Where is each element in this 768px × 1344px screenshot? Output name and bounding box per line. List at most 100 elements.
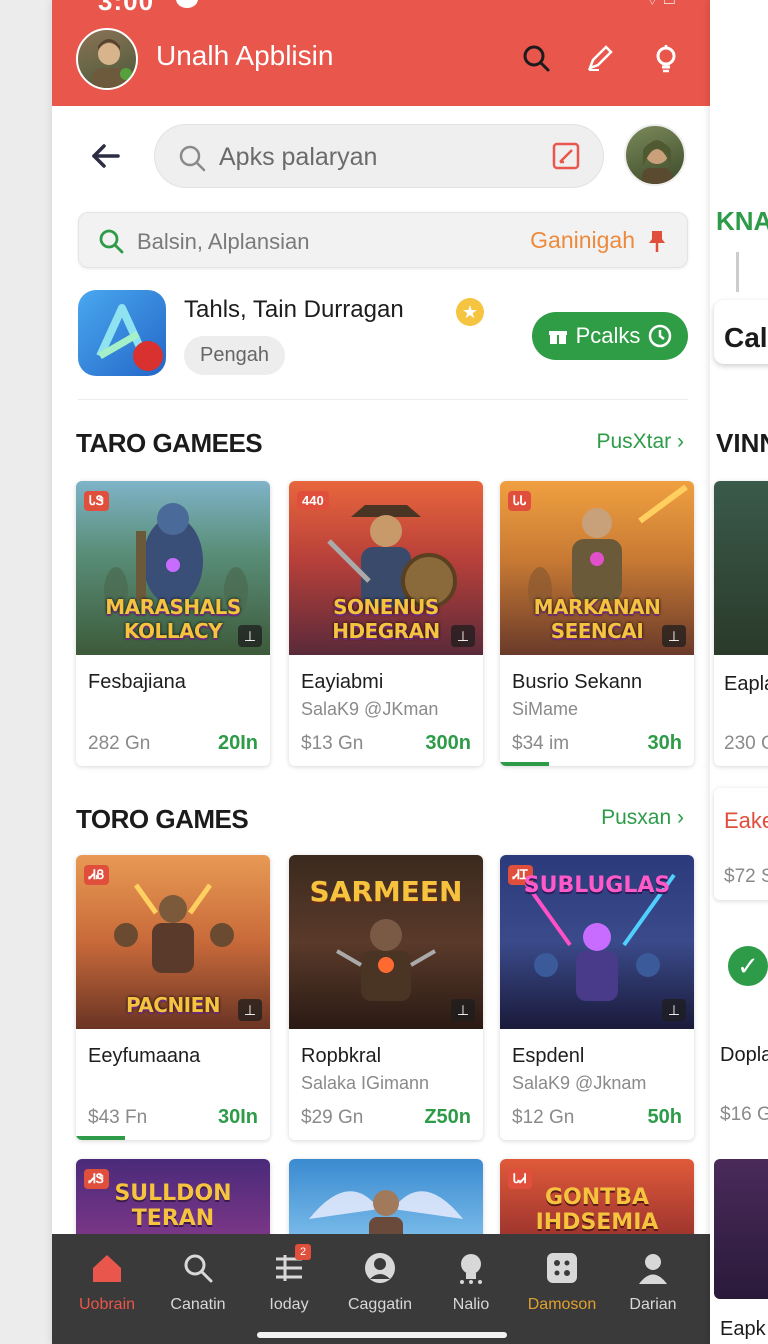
nav-label: Nalio: [452, 1296, 490, 1313]
peek-chip[interactable]: Cal: [714, 300, 768, 364]
peek-label: KNA: [716, 206, 768, 236]
download-icon[interactable]: ⊥: [451, 625, 475, 647]
game-time: 300n: [425, 732, 471, 754]
peek-card-name: Dopla: [720, 1044, 768, 1066]
game-developer: SiMame: [512, 699, 579, 719]
game-controller-icon: [542, 1248, 582, 1288]
lightbulb-icon: [451, 1248, 491, 1288]
featured-app-icon[interactable]: [78, 290, 166, 376]
profile-avatar[interactable]: [76, 28, 138, 90]
nav-item-home[interactable]: Uobrain: [60, 1248, 154, 1328]
nav-item-search[interactable]: Canatin: [151, 1248, 245, 1328]
download-icon[interactable]: ⊥: [451, 999, 475, 1021]
art-title: SULLDON TERAN: [114, 1181, 232, 1231]
filter-hint[interactable]: Ganinigah: [530, 227, 635, 254]
nav-item-games[interactable]: Damoson: [515, 1248, 609, 1328]
peek-card-name: Eapk: [720, 1318, 766, 1340]
search-icon: [179, 145, 206, 172]
peek-card[interactable]: Eake $72 S: [714, 788, 768, 900]
rating-badge: 440: [297, 491, 329, 510]
nav-label: Caggatin: [347, 1296, 413, 1313]
game-time: 30h: [647, 732, 682, 754]
game-name: Fesbajiana: [88, 671, 186, 693]
nav-label: Ioday: [269, 1296, 309, 1313]
game-price: 282 Gn: [88, 733, 151, 754]
game-art: ᏓᏓ MARKANAN SEENCAI ⊥: [500, 481, 694, 655]
peek-card-name: Eapla: [724, 673, 768, 695]
nav-item-profile[interactable]: Caggatin: [333, 1248, 427, 1328]
game-time: 50h: [647, 1106, 682, 1128]
install-progress: [500, 762, 549, 766]
bottom-navigation: Uobrain Canatin 2 Ioday Caggatin Nalio D…: [52, 1234, 714, 1344]
peek-card[interactable]: Eapla 230 G: [714, 481, 768, 766]
next-screen-peek: KNA Cal VINN Eapla 230 G Eake $72 S ✓ Do…: [710, 0, 768, 1344]
download-icon[interactable]: ⊥: [662, 625, 686, 647]
nav-item-account[interactable]: Darian: [606, 1248, 700, 1328]
status-icons: ⌔ ▭: [645, 0, 676, 8]
search-icon: [99, 229, 124, 254]
home-indicator[interactable]: [257, 1332, 507, 1338]
featured-chip[interactable]: Pengah: [184, 336, 285, 375]
search-input[interactable]: Apks palaryan: [154, 124, 604, 188]
section-see-all-2[interactable]: Pusxan ›: [601, 806, 684, 830]
nav-item-nalio[interactable]: Nalio: [424, 1248, 518, 1328]
game-card[interactable]: ᏓᏓ MARKANAN SEENCAI ⊥ Busrio Sekann SiMa…: [500, 481, 694, 766]
art-title: SARMEEN: [309, 875, 463, 908]
divider: [736, 252, 739, 292]
peek-card-name: Eake: [724, 808, 768, 833]
search-icon[interactable]: [518, 40, 554, 76]
sliders-icon: 2: [269, 1244, 311, 1288]
rating-badge: ᏓᏓ: [508, 491, 532, 511]
featured-title: Tahls, Tain Durragan: [184, 296, 404, 323]
gift-icon: [548, 328, 567, 344]
star-icon: ★: [456, 298, 484, 326]
download-icon[interactable]: ⊥: [662, 999, 686, 1021]
game-card[interactable]: 440 SONENUS HDEGRAN ⊥ Eayiabmi SalaK9 @J…: [289, 481, 483, 766]
pin-icon[interactable]: [647, 229, 667, 253]
chevron-right-icon: ›: [677, 430, 684, 453]
game-developer: Salaka IGimann: [301, 1073, 430, 1093]
game-card[interactable]: ᏓᏕ MARASHALS KOLLACY ⊥ Fesbajiana 282 Gn…: [76, 481, 270, 766]
art-title: SUBLUGLAS: [523, 873, 671, 898]
featured-install-button[interactable]: Pcalks: [532, 312, 688, 360]
peek-card-price: $72 S: [724, 866, 768, 887]
check-icon[interactable]: ✓: [728, 946, 768, 986]
edit-icon[interactable]: [582, 40, 618, 76]
download-icon[interactable]: ⊥: [238, 999, 262, 1021]
see-all-label: PusXtar: [596, 430, 672, 453]
game-card[interactable]: ᏗᏰ PACNIEN ⊥ Eeyfumaana $43 Fn 30In: [76, 855, 270, 1140]
see-all-label: Pusxan: [601, 806, 672, 829]
user-circle-icon: [360, 1248, 400, 1288]
game-name: Ropbkral: [301, 1045, 382, 1067]
section-title-1: TARO GAMEES: [76, 428, 263, 458]
game-price: $13 Gn: [301, 733, 364, 754]
art-title: GONTBA IHDSEMIA: [535, 1185, 659, 1235]
nav-label: Canatin: [170, 1296, 226, 1313]
download-icon[interactable]: ⊥: [238, 625, 262, 647]
filter-search-bar[interactable]: Balsin, Alplansian Ganinigah: [78, 212, 688, 268]
user-avatar[interactable]: [624, 124, 686, 186]
game-card[interactable]: SARMEEN ⊥ Ropbkral Salaka IGimann $29 Gn…: [289, 855, 483, 1140]
status-indicator-icon: [176, 0, 198, 8]
search-row: Apks palaryan: [52, 120, 714, 192]
search-placeholder: Apks palaryan: [219, 143, 378, 171]
clock-icon: [649, 324, 672, 348]
section-see-all-1[interactable]: PusXtar ›: [596, 430, 684, 454]
game-time: Z50n: [424, 1106, 471, 1128]
compose-icon[interactable]: [551, 141, 581, 171]
featured-button-label: Pcalks: [575, 323, 641, 348]
rating-badge: ᏗᏰ: [84, 865, 110, 885]
featured-app: Tahls, Tain Durragan ★ Pengah Pcalks: [78, 290, 688, 400]
game-art: [714, 481, 768, 655]
game-art: ᏗᏆ SUBLUGLAS ⊥: [500, 855, 694, 1029]
back-arrow-icon[interactable]: [86, 136, 126, 176]
game-price: $12 Gn: [512, 1107, 575, 1128]
lightbulb-icon[interactable]: [648, 40, 684, 76]
game-price: $43 Fn: [88, 1107, 148, 1128]
game-art[interactable]: [714, 1159, 768, 1299]
install-progress: [76, 1136, 125, 1140]
game-name: Eeyfumaana: [88, 1045, 201, 1067]
game-card[interactable]: ᏗᏆ SUBLUGLAS ⊥ Espdenl SalaK9 @Jknam $12…: [500, 855, 694, 1140]
person-icon: [633, 1248, 673, 1288]
nav-item-today[interactable]: 2 Ioday: [242, 1244, 336, 1328]
